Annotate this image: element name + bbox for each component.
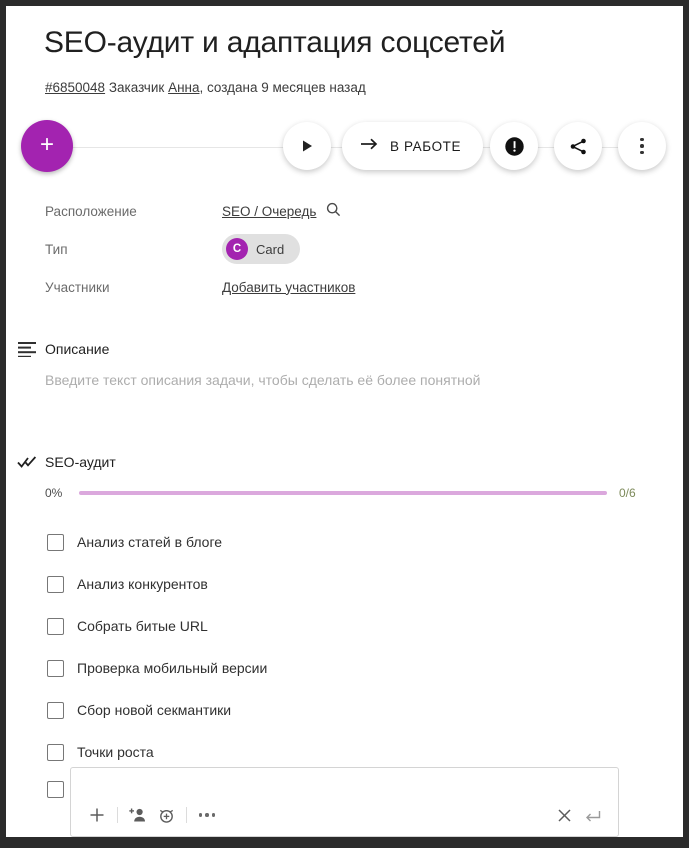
- checkbox[interactable]: [47, 701, 64, 719]
- toolbar-divider: [117, 807, 118, 823]
- status-label: В РАБОТЕ: [390, 138, 462, 154]
- progress-percent: 0%: [45, 486, 63, 500]
- action-bar: + В РАБОТЕ: [6, 120, 683, 176]
- plus-icon[interactable]: [83, 802, 111, 828]
- list-item[interactable]: Сбор новой секмантики: [6, 689, 683, 731]
- toolbar-divider: [186, 807, 187, 823]
- plus-icon: +: [39, 131, 54, 158]
- task-id-link[interactable]: #6850048: [45, 80, 105, 95]
- type-chip-label: Card: [256, 241, 285, 257]
- add-person-icon[interactable]: [124, 802, 152, 828]
- page-title: SEO-аудит и адаптация соцсетей: [44, 26, 506, 59]
- add-participants-link[interactable]: Добавить участников: [222, 280, 355, 295]
- description-header: Описание: [6, 336, 683, 362]
- meta-label-type: Тип: [45, 241, 68, 257]
- meta-section: Расположение SEO / Очередь Тип C Card Уч…: [6, 192, 683, 306]
- progress-count: 0/6: [619, 486, 636, 500]
- alarm-clock-icon[interactable]: [152, 802, 180, 828]
- list-item-label: Сбор новой секмантики: [77, 702, 232, 718]
- share-button[interactable]: [554, 122, 602, 170]
- progress-track: [79, 491, 607, 495]
- avatar: C: [226, 238, 248, 260]
- meta-label-location: Расположение: [45, 203, 137, 219]
- list-item-label: Собрать битые URL: [77, 618, 208, 634]
- list-item-label: Анализ конкурентов: [77, 576, 208, 592]
- meta-value-type: C Card: [222, 234, 301, 264]
- double-check-icon: [16, 451, 38, 473]
- arrow-right-icon: [360, 137, 379, 156]
- close-icon[interactable]: [550, 802, 578, 828]
- description-section: Описание Введите текст описания задачи, …: [6, 336, 683, 388]
- share-icon: [569, 137, 588, 156]
- editor-toolbar: [83, 802, 606, 828]
- editor-box[interactable]: [70, 767, 619, 837]
- list-item[interactable]: Собрать битые URL: [6, 605, 683, 647]
- meta-label-participants: Участники: [45, 279, 110, 295]
- list-item[interactable]: Проверка мобильный версии: [6, 647, 683, 689]
- meta-row-location: Расположение SEO / Очередь: [6, 192, 683, 230]
- play-button[interactable]: [283, 122, 331, 170]
- customer-label: Заказчик: [108, 80, 165, 95]
- meta-row-participants: Участники Добавить участников: [6, 268, 683, 306]
- description-placeholder[interactable]: Введите текст описания задачи, чтобы сде…: [45, 372, 480, 388]
- type-chip[interactable]: C Card: [222, 234, 301, 264]
- search-icon[interactable]: [326, 202, 341, 220]
- list-item-label: Анализ статей в блоге: [77, 534, 223, 550]
- more-button[interactable]: [618, 122, 666, 170]
- meta-row-type: Тип C Card: [6, 230, 683, 268]
- checklist-header: SEO-аудит: [6, 449, 683, 475]
- exclamation-icon: [504, 136, 525, 157]
- task-detail-page: SEO-аудит и адаптация соцсетей #6850048 …: [5, 5, 684, 838]
- location-link[interactable]: SEO / Очередь: [222, 204, 316, 219]
- more-horizontal-icon[interactable]: [193, 802, 221, 828]
- play-icon: [300, 139, 314, 153]
- created-text: , создана 9 месяцев назад: [199, 80, 366, 95]
- checkbox[interactable]: [47, 575, 64, 593]
- customer-link[interactable]: Анна: [168, 80, 199, 95]
- list-item-label: Проверка мобильный версии: [77, 660, 268, 676]
- checkbox[interactable]: [47, 533, 64, 551]
- checklist-title: SEO-аудит: [45, 454, 116, 470]
- priority-button[interactable]: [490, 122, 538, 170]
- checkbox[interactable]: [47, 617, 64, 635]
- description-title: Описание: [45, 341, 110, 357]
- enter-return-icon[interactable]: [578, 802, 606, 828]
- new-item-input[interactable]: [83, 774, 606, 800]
- new-item-editor: [6, 764, 683, 837]
- add-button[interactable]: +: [21, 120, 73, 172]
- list-item[interactable]: Анализ статей в блоге: [6, 521, 683, 563]
- checklist-section: SEO-аудит 0% 0/6 Анализ статей в блоге А…: [6, 449, 683, 761]
- list-item[interactable]: Анализ конкурентов: [6, 563, 683, 605]
- checkbox[interactable]: [47, 659, 64, 677]
- meta-value-participants: Добавить участников: [222, 280, 355, 295]
- task-subtitle: #6850048 Заказчик Анна, создана 9 месяце…: [45, 80, 366, 95]
- description-lines-icon: [16, 338, 38, 360]
- meta-value-location: SEO / Очередь: [222, 202, 341, 220]
- checklist-items: Анализ статей в блоге Анализ конкурентов…: [6, 521, 683, 773]
- checklist-progress: 0% 0/6: [45, 485, 645, 501]
- checkbox[interactable]: [47, 743, 64, 761]
- more-vertical-icon: [640, 137, 644, 155]
- status-button[interactable]: В РАБОТЕ: [342, 122, 484, 170]
- list-item-label: Точки роста: [77, 744, 154, 760]
- checkbox[interactable]: [47, 781, 64, 798]
